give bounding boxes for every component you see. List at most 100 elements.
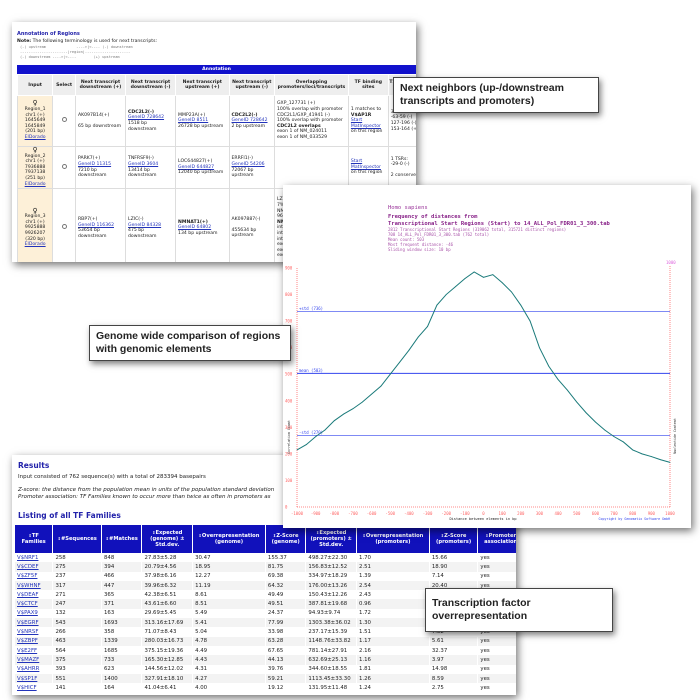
x-tick-label: -600 [367, 511, 377, 516]
sortable-column-header[interactable]: ⇕Expected (genome) ± Std.dev. [141, 524, 194, 554]
cell-text: 2 conserved regions [390, 172, 416, 178]
tf-family-link[interactable]: V$MAZF [15, 655, 53, 665]
table-cell: 2.51 [356, 562, 429, 572]
annotation-cell: LZIC(-) GeneID 84328 475 bp downstream [125, 188, 177, 262]
tf-family-link[interactable]: V$EGRF [15, 618, 53, 628]
table-cell: 5.49 [195, 610, 208, 617]
reference-line-label: mean (503) [299, 368, 323, 373]
x-tick-label: 200 [517, 511, 525, 516]
data-point [483, 276, 484, 278]
table-cell: 2.43 [358, 591, 371, 598]
table-cell: 71.07±8.43 [144, 629, 177, 636]
table-cell: 44.13 [265, 655, 306, 665]
annotation-cell: GXP_127731 (+) 100% overlap with promoter… [273, 95, 349, 147]
sortable-column-header[interactable]: ⇕Overrepresentation (promoters) [355, 524, 430, 554]
table-row: ♀ Region_1 chr1 (+) 1645649 1645849 (201 bp) E… [16, 95, 416, 147]
sortable-column-header[interactable]: ⇕Z-Score (genome) [264, 524, 307, 554]
table-cell: 334.97±18.29 [308, 573, 348, 580]
data-point [427, 326, 428, 327]
table-cell: 1339 [102, 636, 142, 646]
eldorado-link[interactable]: ElDorado [20, 182, 50, 188]
tf-family-link[interactable]: V$DEAF [15, 590, 52, 599]
cell-text: 127-196 (-) [390, 121, 416, 126]
table-cell: 365 [104, 591, 115, 598]
table-row: V$ZBPF 463 1339 280.03±16.73 4.78 63.28 1148.7… [15, 636, 516, 646]
x-tick-label: -400 [404, 511, 414, 516]
copyright: Copyright by Genomatix Software GmbH [599, 517, 670, 521]
sortable-column-header[interactable]: ⇕Promoter association [477, 524, 516, 554]
table-cell: 463 [53, 636, 101, 646]
tf-family-link[interactable]: V$SP1F [15, 673, 53, 684]
cell-text: 12040 bp upstream [178, 170, 224, 176]
table-cell: 14.98 [431, 666, 448, 673]
input-line: Region_1 [24, 107, 46, 113]
tf-family-link[interactable]: V$ZF5F [15, 572, 52, 581]
tf-family-link[interactable]: V$ZBPF [15, 636, 53, 646]
tf-family-link[interactable]: V$AHRR [15, 665, 52, 674]
cell-text: 134 bp upstream [178, 230, 218, 236]
table-cell: 5.04 [195, 629, 208, 636]
table-cell: 150.43±12.26 [308, 591, 348, 598]
table-cell: 733 [102, 655, 142, 665]
data-point [492, 274, 494, 276]
x-tick-label: 900 [648, 511, 656, 516]
table-cell: 781.14±27.91 [308, 647, 348, 654]
sortable-column-header[interactable]: ⇕Overrepresentation (genome) [192, 524, 266, 554]
select-checkbox[interactable] [61, 163, 67, 169]
table-cell: 7.14 [431, 573, 444, 580]
data-point [650, 456, 652, 457]
table-cell: 344.60±18.55 [308, 666, 348, 673]
tf-family-link[interactable]: V$CDEF [15, 562, 53, 572]
table-cell: 164 [104, 684, 115, 691]
gene-link[interactable]: Start MatInspector [351, 159, 386, 170]
select-cell [52, 188, 76, 262]
data-point [539, 347, 540, 349]
gene-link[interactable]: GeneID 728642 [232, 118, 272, 124]
eldorado-link[interactable]: ElDorado [20, 242, 50, 248]
data-point [436, 304, 438, 306]
table-cell: 4.31 [195, 666, 208, 673]
input-summary: Input consisted of 762 sequence(s) with … [18, 474, 206, 480]
data-point [343, 413, 345, 415]
annotation-cell: RBP7(+) GeneID 116362 53654 bp downstream [74, 188, 127, 262]
tf-family-link[interactable]: V$HICF [15, 683, 52, 692]
tf-family-link[interactable]: V$WHNF [15, 580, 53, 591]
data-point [613, 436, 615, 438]
table-row: V$E2FF 564 1685 375.15±19.36 4.49 67.65 781.14… [15, 646, 516, 655]
eldorado-link[interactable]: ElDorado [20, 135, 50, 141]
table-cell: yes [480, 684, 490, 691]
table-cell: 2.75 [431, 684, 444, 691]
tf-family-link[interactable]: V$NRSF [15, 627, 52, 636]
tf-family-link[interactable]: V$PAX9 [15, 609, 52, 618]
table-cell: 49.49 [267, 591, 284, 598]
frequency-curve [296, 271, 671, 463]
sortable-column-header[interactable]: ⇕#Sequences [52, 524, 102, 554]
table-cell: 1.17 [356, 636, 429, 646]
sortable-column-header[interactable]: ⇕Z-Score (promoters) [428, 524, 479, 554]
gene-link[interactable]: Start MatInspector [351, 118, 386, 129]
cell-text: 26728 bp upstream [178, 123, 224, 129]
table-cell: 394 [102, 562, 142, 572]
table-cell: 5.61 [429, 636, 478, 646]
tf-family-link[interactable]: V$E2FF [15, 646, 52, 655]
tf-family-link[interactable]: V$NRF1 [15, 553, 52, 562]
tf-family-link[interactable]: V$CTCF [15, 599, 53, 609]
table-cell: 447 [102, 580, 142, 591]
table-row: V$MAZF 375 733 165.30±12.85 4.43 44.13 632.69±… [15, 655, 516, 665]
select-checkbox[interactable] [61, 224, 67, 230]
table-cell: 155.37 [267, 554, 287, 561]
sortable-column-header[interactable]: ⇕Expected (promoters) ± Std.dev. [305, 524, 357, 554]
data-point [464, 278, 466, 280]
x-tick-label: -500 [385, 511, 395, 516]
table-cell: 32.37 [431, 647, 448, 654]
data-point [380, 385, 382, 387]
data-point [473, 271, 475, 273]
data-point [455, 286, 456, 287]
data-point [296, 449, 298, 451]
sortable-column-header[interactable]: ⇕TF Families [13, 524, 54, 554]
select-checkbox[interactable] [61, 117, 67, 123]
table-cell: yes [478, 562, 516, 572]
sortable-column-header[interactable]: ⇕#Matches [100, 524, 143, 554]
table-cell: 19.12 [267, 684, 284, 691]
data-point [408, 349, 410, 351]
